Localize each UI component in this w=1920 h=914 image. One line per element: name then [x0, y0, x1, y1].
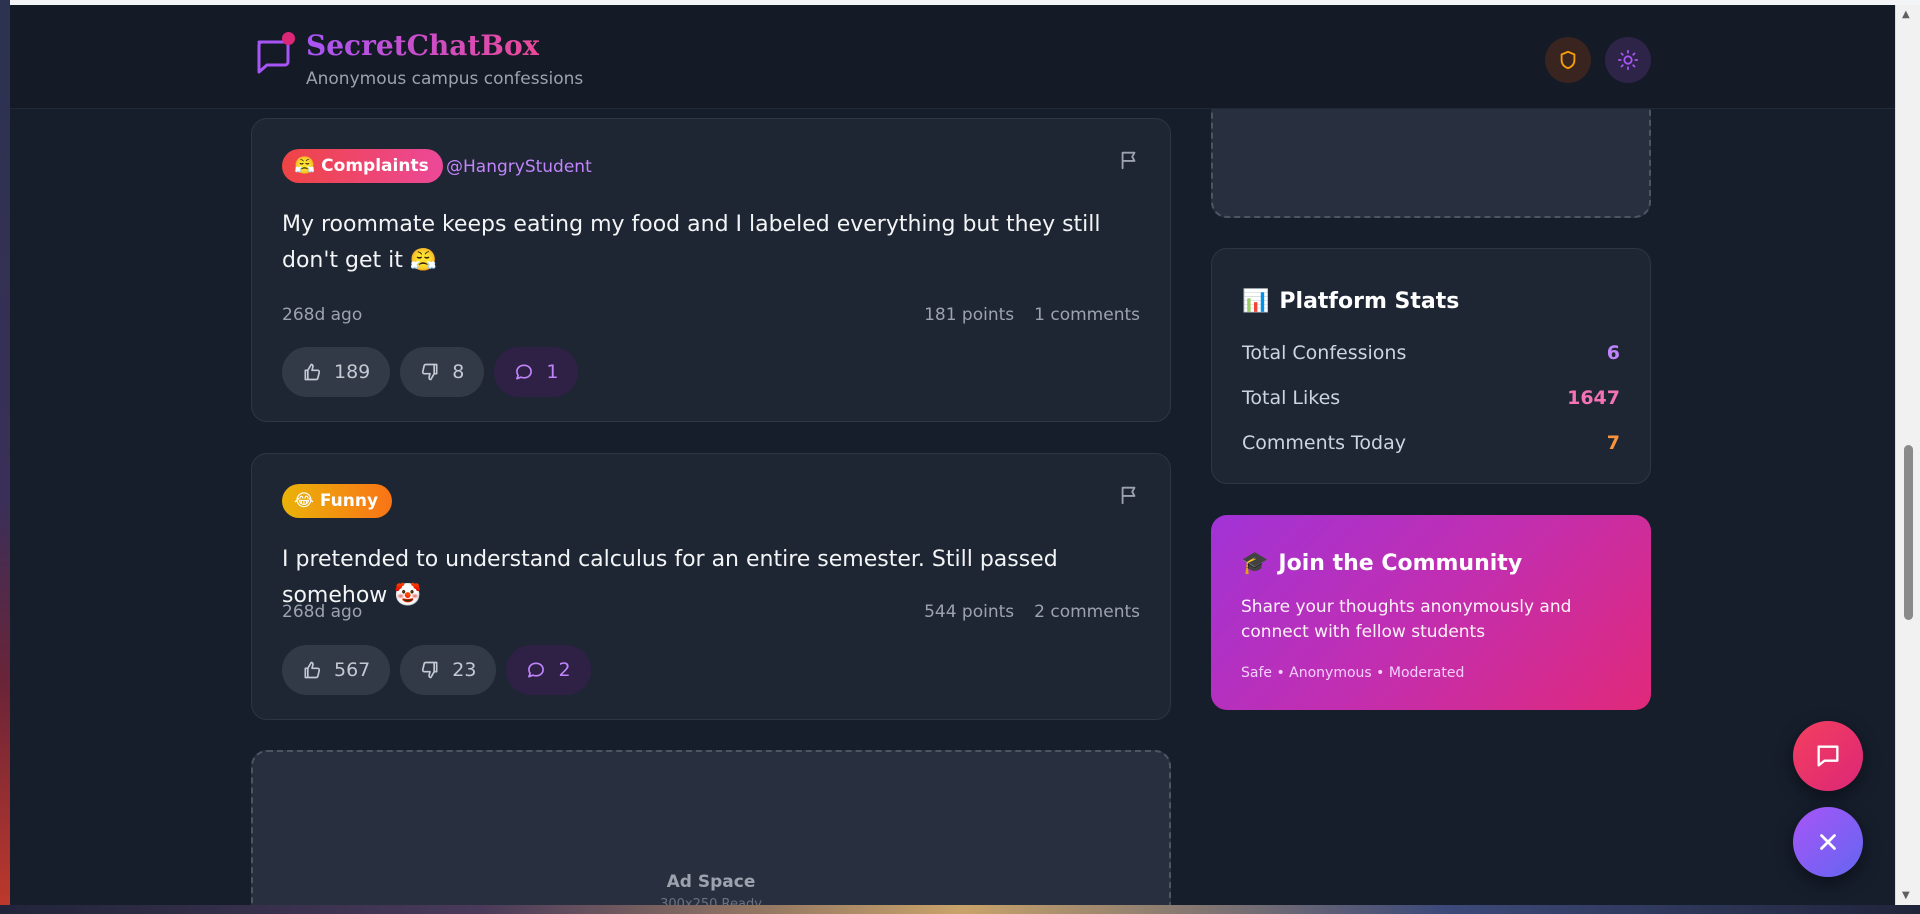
- flag-icon[interactable]: [1118, 149, 1140, 171]
- ad-space: Ad Space 300x250 Ready: [251, 750, 1171, 905]
- flag-icon[interactable]: [1118, 484, 1140, 506]
- stat-row-confessions: Total Confessions 6: [1242, 342, 1620, 364]
- category-badge[interactable]: 😤 Complaints: [282, 149, 443, 183]
- post-meta: 181 points 1 comments: [924, 305, 1140, 325]
- stat-row-likes: Total Likes 1647: [1242, 387, 1620, 409]
- message-square-icon: [1817, 745, 1839, 767]
- like-count: 189: [334, 361, 371, 383]
- post-actions: 189 8 1: [282, 347, 579, 397]
- ad-subtitle: 300x250 Ready: [660, 897, 762, 905]
- notification-dot: [282, 32, 295, 45]
- platform-stats-card: 📊 Platform Stats Total Confessions 6 Tot…: [1211, 248, 1651, 484]
- join-community-card: 🎓 Join the Community Share your thoughts…: [1211, 515, 1651, 710]
- confession-card: 😤 Complaints @HangryStudent My roommate …: [251, 118, 1171, 422]
- community-heading: Join the Community: [1278, 551, 1523, 576]
- post-points: 544 points: [924, 602, 1015, 622]
- close-fab[interactable]: [1793, 807, 1863, 877]
- shield-icon: [1560, 50, 1576, 70]
- post-actions: 567 23 2: [282, 645, 591, 695]
- thumbs-up-icon: [304, 661, 321, 679]
- close-icon: [1820, 834, 1836, 850]
- ad-title: Ad Space: [666, 872, 756, 892]
- stat-label: Total Confessions: [1242, 342, 1407, 364]
- app-header: SecretChatBox Anonymous campus confessio…: [10, 5, 1895, 109]
- like-button[interactable]: 189: [282, 347, 391, 397]
- like-count: 567: [334, 659, 371, 681]
- comment-button[interactable]: 1: [494, 347, 579, 397]
- post-meta: 544 points 2 comments: [924, 602, 1140, 622]
- comment-count: 1: [546, 361, 559, 383]
- page-scrollbar[interactable]: ▲ ▼: [1895, 5, 1920, 905]
- chart-emoji-icon: 📊: [1242, 289, 1270, 314]
- like-button[interactable]: 567: [282, 645, 391, 695]
- stat-label: Total Likes: [1242, 387, 1341, 409]
- confession-card: 😂 Funny I pretended to understand calcul…: [251, 453, 1171, 720]
- dislike-count: 8: [452, 361, 465, 383]
- stat-value: 6: [1606, 342, 1620, 364]
- dislike-button[interactable]: 8: [400, 347, 485, 397]
- theme-toggle-button[interactable]: [1605, 37, 1651, 83]
- post-comments-count: 1 comments: [1034, 305, 1140, 325]
- thumbs-up-icon: [304, 363, 321, 381]
- dislike-button[interactable]: 23: [400, 645, 497, 695]
- comment-icon: [528, 662, 545, 678]
- scroll-thumb[interactable]: [1904, 445, 1913, 620]
- brand-tagline: Anonymous campus confessions: [306, 69, 584, 89]
- post-time: 268d ago: [282, 602, 363, 622]
- category-label: Funny: [319, 491, 379, 511]
- stat-value: 7: [1606, 432, 1620, 454]
- app-viewport: SecretChatBox Anonymous campus confessio…: [10, 5, 1895, 905]
- dislike-count: 23: [452, 659, 477, 681]
- post-points: 181 points: [924, 305, 1015, 325]
- category-badge[interactable]: 😂 Funny: [282, 484, 393, 518]
- sun-icon: [1617, 49, 1639, 71]
- stats-heading: Platform Stats: [1279, 289, 1460, 314]
- author-handle[interactable]: @HangryStudent: [446, 157, 592, 177]
- scroll-up-icon[interactable]: ▲: [1902, 9, 1910, 20]
- new-chat-fab[interactable]: [1793, 721, 1863, 791]
- graduation-cap-icon: 🎓: [1241, 551, 1269, 576]
- scroll-down-icon[interactable]: ▼: [1902, 890, 1910, 901]
- post-time: 268d ago: [282, 305, 363, 325]
- stat-row-comments-today: Comments Today 7: [1242, 432, 1620, 454]
- thumbs-down-icon: [422, 661, 438, 679]
- confession-text: My roommate keeps eating my food and I l…: [282, 212, 1101, 273]
- stat-value: 1647: [1567, 387, 1620, 409]
- stats-title: 📊 Platform Stats: [1242, 289, 1459, 314]
- category-emoji: 😤: [294, 156, 316, 176]
- brand-title[interactable]: SecretChatBox: [306, 29, 539, 62]
- thumbs-down-icon: [422, 363, 438, 381]
- desktop-background-bottom: [0, 905, 1920, 914]
- moderation-button[interactable]: [1545, 37, 1591, 83]
- stat-label: Comments Today: [1242, 432, 1406, 454]
- category-emoji: 😂: [294, 491, 314, 511]
- category-label: Complaints: [321, 156, 429, 176]
- post-comments-count: 2 comments: [1034, 602, 1140, 622]
- comment-icon: [516, 364, 533, 380]
- community-title: 🎓 Join the Community: [1241, 551, 1522, 576]
- comment-button[interactable]: 2: [506, 645, 591, 695]
- community-footer: Safe • Anonymous • Moderated: [1241, 665, 1465, 681]
- comment-count: 2: [558, 659, 571, 681]
- desktop-background-left: [0, 0, 10, 914]
- community-description: Share your thoughts anonymously and conn…: [1241, 597, 1572, 642]
